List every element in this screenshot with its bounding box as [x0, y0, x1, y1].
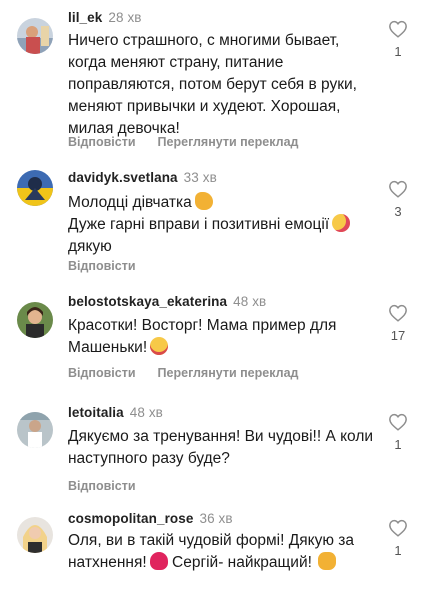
comment-actions: Відповісти Переглянути переклад: [68, 366, 298, 380]
comment-text: Ничего страшного, с многими бывает, когд…: [68, 32, 357, 137]
avatar[interactable]: [17, 412, 53, 448]
heart-icon[interactable]: [388, 180, 408, 198]
heart-icon[interactable]: [388, 413, 408, 431]
heart-icon[interactable]: [388, 519, 408, 537]
comment-username[interactable]: belostotskaya_ekaterina 48 хв: [68, 294, 266, 309]
like-area: 1: [384, 413, 412, 452]
reply-button[interactable]: Відповісти: [68, 135, 136, 149]
comment-time: 28 хв: [108, 10, 142, 25]
like-area: 1: [384, 519, 412, 558]
translate-button[interactable]: Переглянути переклад: [158, 366, 299, 380]
reply-button[interactable]: Відповісти: [68, 259, 136, 273]
comment-username[interactable]: davidyk.svetlana 33 хв: [68, 170, 217, 185]
reply-button[interactable]: Відповісти: [68, 479, 136, 493]
comment-actions: Відповісти Переглянути переклад: [68, 135, 298, 149]
red-heart-icon: [149, 552, 168, 570]
avatar[interactable]: [17, 517, 53, 553]
clapping-hands-icon: [317, 552, 336, 570]
reply-button[interactable]: Відповісти: [68, 366, 136, 380]
blowing-kiss-emoji-icon: [332, 214, 351, 232]
comment-text: Оля, ви в такій чудовій формі! Дякую за …: [68, 532, 354, 571]
like-area: 3: [384, 180, 412, 219]
like-count: 1: [394, 543, 402, 558]
avatar[interactable]: [17, 302, 53, 338]
comment-actions: Відповісти: [68, 479, 136, 493]
avatar[interactable]: [17, 18, 53, 54]
comment-text: Красотки! Восторг! Мама пример для Машен…: [68, 317, 337, 356]
comment-username[interactable]: letoitalia 48 хв: [68, 405, 163, 420]
like-count: 1: [394, 437, 402, 452]
like-area: 1: [384, 20, 412, 59]
comment-time: 33 хв: [183, 170, 217, 185]
like-count: 3: [394, 204, 402, 219]
like-count: 17: [390, 328, 406, 343]
comment-time: 48 хв: [129, 405, 163, 420]
heart-icon[interactable]: [388, 304, 408, 322]
flexed-biceps-icon: [194, 192, 213, 210]
comment-time: 48 хв: [233, 294, 267, 309]
comment-text: Дякуємо за тренування! Ви чудові!! А кол…: [68, 428, 374, 467]
comment-username[interactable]: cosmopolitan_rose 36 хв: [68, 511, 233, 526]
like-area: 17: [384, 304, 412, 343]
comment-username[interactable]: lil_ek 28 хв: [68, 10, 142, 25]
heart-eyes-emoji-icon: [150, 337, 169, 355]
comment-text: Молодці дівчатка Дуже гарні вправи і поз…: [68, 192, 378, 258]
avatar[interactable]: [17, 170, 53, 206]
comment-actions: Відповісти: [68, 259, 136, 273]
heart-icon[interactable]: [388, 20, 408, 38]
comment-time: 36 хв: [199, 511, 233, 526]
like-count: 1: [394, 44, 402, 59]
translate-button[interactable]: Переглянути переклад: [158, 135, 299, 149]
